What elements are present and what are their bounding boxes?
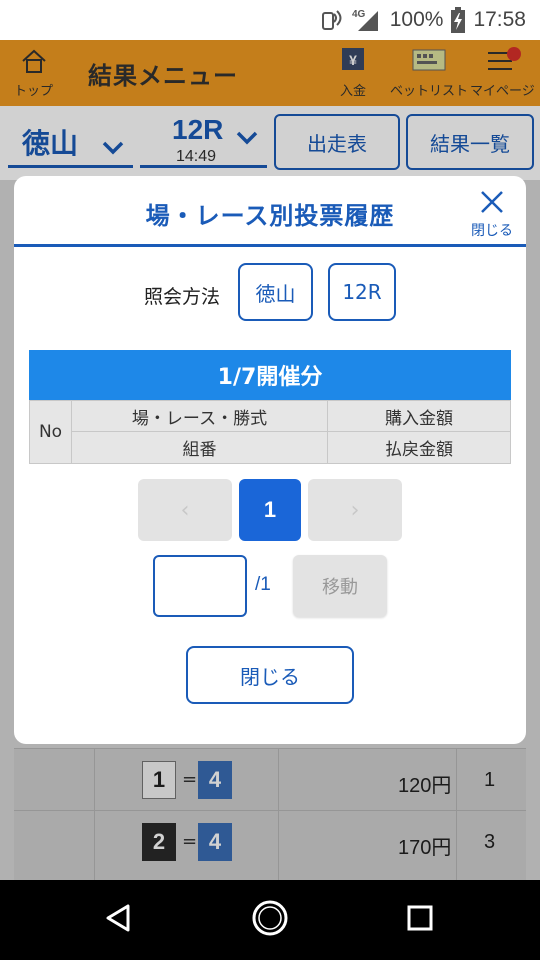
signal-icon: 4G [352,7,382,33]
nfc-icon [320,8,344,32]
navigation-bar [0,880,540,960]
battery-percent: 100% [389,8,444,31]
back-icon [104,902,136,938]
inquiry-place-button[interactable]: 徳山 [238,263,313,321]
prev-page-button[interactable]: ‹ [138,479,232,541]
network-type: 4G [352,9,366,20]
page-total: /1 [255,574,271,595]
next-page-button[interactable]: › [308,479,402,541]
status-bar: 4G 100% 17:58 [0,0,540,40]
close-icon-label: 閉じる [471,223,513,239]
close-button[interactable]: 閉じる [186,646,354,704]
modal-divider [14,244,526,247]
inquiry-method-label: 照会方法 [144,286,221,308]
col-purchase: 購入金額 [328,401,510,432]
voting-history-modal: 場・レース別投票履歴 閉じる 照会方法 徳山 12R 1/7開催分 No 場・レ… [14,176,526,744]
battery-icon [451,7,466,33]
modal-close-button[interactable]: 閉じる [466,188,518,239]
recents-button[interactable] [398,898,442,942]
clock: 17:58 [473,8,526,31]
current-page-button[interactable]: 1 [239,479,301,541]
inquiry-race-button[interactable]: 12R [328,263,396,321]
modal-title: 場・レース別投票履歴 [145,202,395,230]
home-nav-button[interactable] [248,898,292,942]
page-number-input[interactable] [153,555,247,617]
col-no: No [30,401,72,463]
move-button[interactable]: 移動 [293,555,387,617]
col-refund: 払戻金額 [385,440,453,460]
back-button[interactable] [98,898,142,942]
recents-icon [405,903,435,937]
date-header: 1/7開催分 [29,350,511,400]
col-combination: 組番 [72,432,328,463]
close-icon [478,188,506,220]
home-circle-icon [250,898,290,942]
col-race-type: 場・レース・勝式 [72,401,328,432]
history-table-header: No 場・レース・勝式 購入金額 組番 払戻金額 [29,400,511,464]
